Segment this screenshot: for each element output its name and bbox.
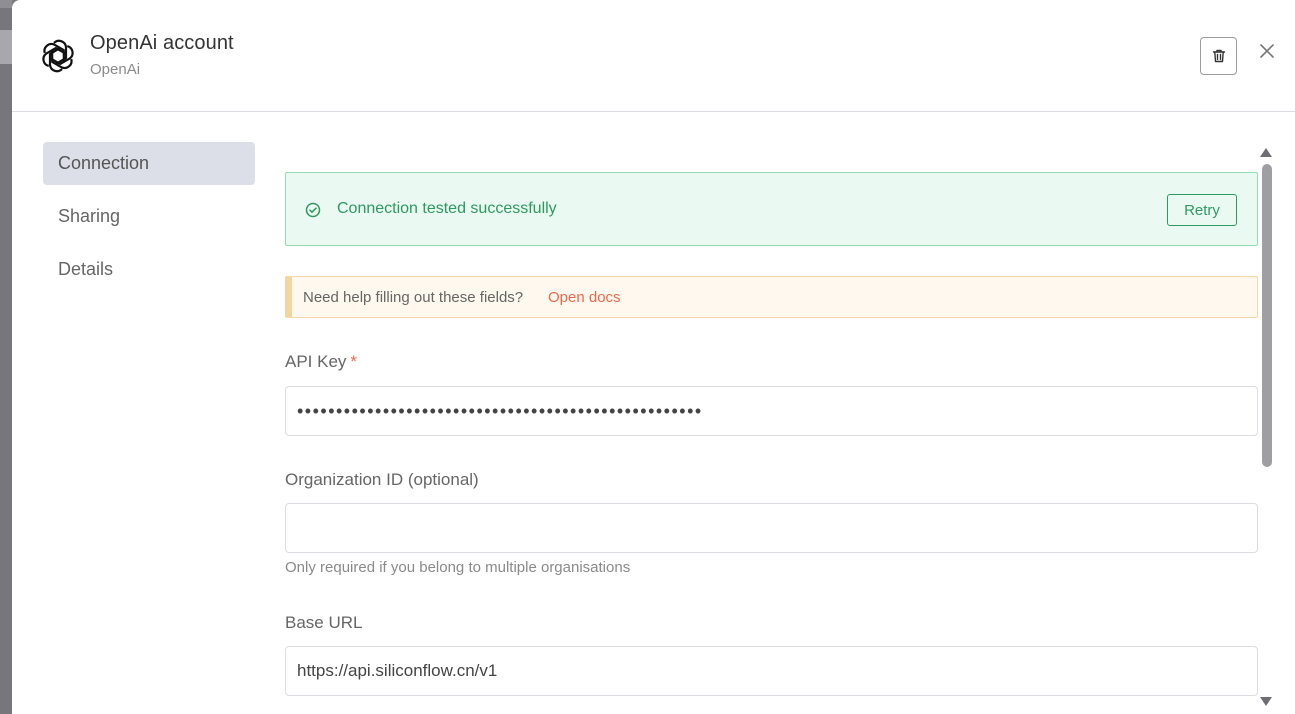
- open-docs-link[interactable]: Open docs: [548, 289, 621, 306]
- scroll-up-arrow-icon[interactable]: [1260, 148, 1272, 157]
- required-mark: *: [350, 352, 358, 371]
- organization-id-label: Organization ID (optional): [285, 470, 479, 489]
- background-row: [0, 30, 12, 64]
- close-icon: [1260, 44, 1274, 58]
- delete-button[interactable]: [1200, 37, 1237, 75]
- sidebar-item-sharing[interactable]: Sharing: [43, 195, 255, 238]
- retry-button[interactable]: Retry: [1167, 194, 1237, 226]
- organization-id-hint: Only required if you belong to multiple …: [285, 559, 631, 576]
- organization-id-input[interactable]: [285, 503, 1258, 553]
- connection-status-text: Connection tested successfully: [337, 200, 557, 217]
- panel-scrollbar[interactable]: [1257, 144, 1277, 714]
- modal-title: OpenAi account: [90, 32, 234, 54]
- modal-subtitle: OpenAi: [90, 61, 141, 78]
- base-url-label: Base URL: [285, 613, 363, 632]
- modal-header: OpenAi account OpenAi: [12, 0, 1295, 112]
- background-row-secondary: [0, 440, 12, 464]
- connection-status-banner: Connection tested successfully Retry: [285, 172, 1258, 246]
- trash-icon: [1212, 49, 1225, 63]
- background-app: [0, 0, 12, 714]
- help-text: Need help filling out these fields?: [303, 289, 524, 306]
- credential-modal: OpenAi account OpenAi Connection Sharing…: [12, 0, 1295, 714]
- connection-panel: Connection tested successfully Retry Nee…: [285, 112, 1258, 714]
- check-circle-icon: [305, 202, 321, 218]
- openai-logo-icon: [40, 38, 76, 74]
- api-key-label: API Key *: [285, 352, 357, 372]
- base-url-input[interactable]: [285, 646, 1258, 696]
- help-notice: Need help filling out these fields? Open…: [285, 276, 1258, 318]
- sidebar-item-connection[interactable]: Connection: [43, 142, 255, 185]
- close-button[interactable]: [1256, 40, 1278, 62]
- scroll-down-arrow-icon[interactable]: [1260, 697, 1272, 706]
- scroll-thumb[interactable]: [1262, 164, 1272, 467]
- api-key-input[interactable]: [285, 386, 1258, 436]
- sidebar-item-details[interactable]: Details: [43, 248, 255, 291]
- background-strip: [0, 0, 12, 8]
- api-key-label-text: API Key: [285, 352, 347, 371]
- credential-sidebar: Connection Sharing Details: [43, 142, 255, 301]
